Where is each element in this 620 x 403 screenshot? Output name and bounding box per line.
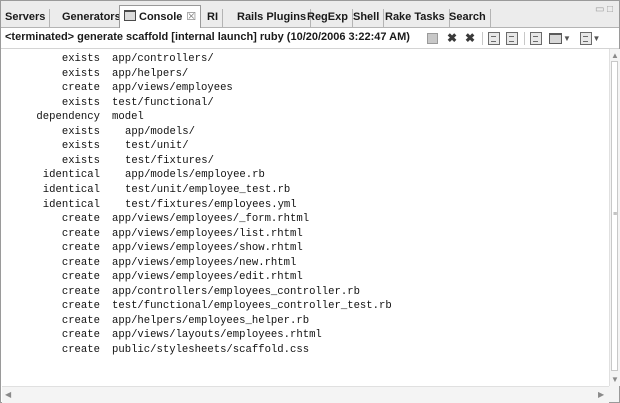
pin-console-icon[interactable]	[529, 31, 543, 45]
tab-label: Rails Plugins	[237, 11, 307, 23]
vertical-scroll-thumb[interactable]: ≡	[611, 61, 618, 371]
console-line-path: test/fixtures/	[125, 154, 215, 167]
console-line-action: exists	[61, 53, 100, 65]
console-output[interactable]: exists app/controllers/exists app/helpers/…	[2, 49, 608, 385]
console-line-action: identical	[42, 198, 100, 211]
tab-label: Rake Tasks	[385, 11, 445, 23]
console-line-action: create	[61, 329, 100, 342]
console-line-action: create	[61, 300, 100, 313]
console-line-path: app/views/employees/list.rhtml	[112, 227, 303, 240]
console-tab-icon	[124, 10, 136, 21]
grip-icon: ≡	[613, 211, 618, 218]
console-line-action: exists	[61, 96, 100, 109]
console-view: Servers Generators Console ☒ RI Rails Plu…	[0, 0, 620, 403]
tab-regexp[interactable]: RegExp	[303, 9, 353, 27]
tab-label: Search	[449, 11, 486, 23]
console-line-path: model	[112, 111, 144, 124]
console-line-action: exists	[61, 154, 100, 167]
close-tab-icon[interactable]: ☒	[186, 11, 196, 23]
console-line-action: exists	[61, 125, 100, 138]
open-console-icon[interactable]: ▼	[579, 31, 601, 45]
console-line-path: public/stylesheets/scaffold.css	[112, 344, 310, 356]
clear-console-icon[interactable]	[487, 31, 501, 45]
console-line-action: create	[61, 344, 100, 356]
console-line-path: test/fixtures/employees.yml	[125, 198, 297, 211]
console-line-action: create	[61, 314, 100, 327]
console-toolbar: <terminated> generate scaffold [internal…	[1, 28, 619, 49]
tab-shell[interactable]: Shell	[349, 9, 385, 27]
console-line-path: app/controllers/	[112, 53, 214, 65]
console-line-action: create	[61, 285, 100, 298]
scroll-lock-icon[interactable]	[505, 31, 519, 45]
tab-label: Generators	[62, 11, 121, 23]
console-line-path: app/views/employees/_form.rhtml	[112, 213, 310, 226]
tab-servers[interactable]: Servers	[1, 9, 51, 27]
console-line-action: exists	[61, 67, 100, 80]
console-line-path: app/views/employees	[112, 82, 233, 95]
console-line-action: create	[61, 242, 100, 255]
console-line-path: app/models/	[125, 125, 195, 138]
console-line-path: test/functional/	[112, 96, 214, 109]
maximize-icon[interactable]: □	[607, 4, 613, 15]
scroll-down-icon[interactable]: ▼	[611, 375, 619, 384]
console-line-action: create	[61, 82, 100, 95]
console-line-action: create	[61, 227, 100, 240]
console-line-path: test/unit/employee_test.rb	[125, 183, 291, 196]
scroll-left-icon[interactable]: ◀	[5, 390, 11, 399]
horizontal-scrollbar[interactable]: ◀ ▶	[2, 386, 609, 403]
vertical-scrollbar[interactable]: ▲ ≡ ▼	[609, 49, 620, 386]
console-line-action: dependency	[36, 111, 100, 124]
tab-label: RI	[207, 11, 218, 23]
tab-ri[interactable]: RI	[203, 9, 223, 27]
console-line-path: app/views/employees/new.rhtml	[112, 256, 297, 269]
console-line-path: app/views/employees/show.rhtml	[112, 242, 303, 255]
console-line-path: app/helpers/	[112, 67, 189, 80]
console-line-path: test/unit/	[125, 140, 189, 153]
console-line-path: app/controllers/employees_controller.rb	[112, 285, 360, 298]
toolbar-separator	[482, 32, 483, 45]
remove-launch-icon[interactable]: ✖	[445, 31, 459, 45]
toolbar-separator	[524, 32, 525, 45]
console-line-action: exists	[61, 140, 100, 153]
console-line-path: app/models/employee.rb	[125, 169, 265, 182]
tab-label: Servers	[5, 11, 46, 23]
scrollbar-corner	[609, 386, 619, 402]
console-line-action: identical	[42, 183, 100, 196]
console-line-path: app/views/employees/edit.rhtml	[112, 271, 303, 284]
terminate-icon[interactable]	[425, 31, 439, 45]
tab-rails-plugins[interactable]: Rails Plugins	[233, 9, 312, 27]
console-line-action: create	[61, 271, 100, 284]
display-selected-console-icon[interactable]: ▼	[549, 31, 571, 45]
console-line-path: test/functional/employees_controller_tes…	[112, 300, 392, 313]
console-line-action: create	[61, 213, 100, 226]
scroll-up-icon[interactable]: ▲	[611, 51, 619, 60]
console-line-path: app/helpers/employees_helper.rb	[112, 314, 310, 327]
tab-generators[interactable]: Generators	[58, 9, 126, 27]
minimize-icon[interactable]: ▭	[595, 4, 604, 15]
view-tab-bar: Servers Generators Console ☒ RI Rails Plu…	[1, 1, 619, 28]
tab-search[interactable]: Search	[445, 9, 491, 27]
tab-label: Console	[139, 11, 183, 23]
tab-console[interactable]: Console ☒	[119, 5, 201, 28]
console-line-action: create	[61, 256, 100, 269]
tab-rake-tasks[interactable]: Rake Tasks	[381, 9, 450, 27]
tab-label: Shell	[353, 11, 380, 23]
tab-label: RegExp	[307, 11, 348, 23]
remove-all-terminated-icon[interactable]: ✖	[463, 31, 477, 45]
scroll-right-icon[interactable]: ▶	[598, 390, 604, 399]
process-status-label: <terminated> generate scaffold [internal…	[5, 31, 410, 43]
console-line-path: app/views/layouts/employees.rhtml	[112, 329, 322, 342]
console-line-action: identical	[42, 169, 100, 182]
